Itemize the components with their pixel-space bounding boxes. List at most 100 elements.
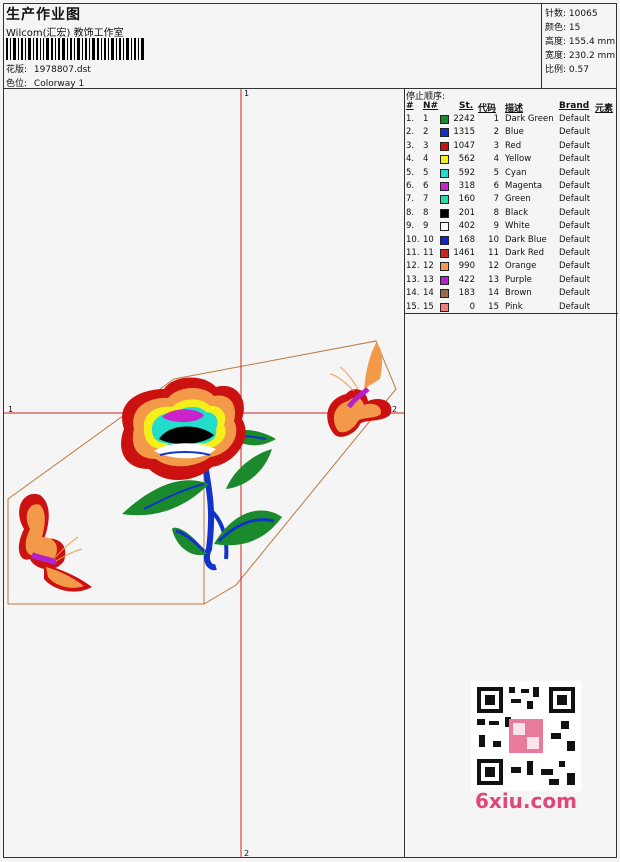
stop-index: 3.: [406, 140, 415, 151]
needle-number: 9: [423, 221, 429, 232]
col-desc: 描述: [505, 104, 524, 114]
studio-subtitle: Wilcom(汇宏) 教饰工作室: [6, 28, 124, 39]
color-swatch: [440, 249, 449, 258]
stop-row[interactable]: 4. 4 562 4 Yellow Default: [405, 154, 618, 167]
scale-value: 比例: 0.57: [545, 65, 589, 75]
stop-index: 13.: [406, 274, 420, 285]
stitch-count: 1315: [453, 127, 475, 138]
color-code: 8: [493, 207, 499, 218]
needle-number: 1: [423, 114, 429, 124]
butterfly-left: [18, 493, 92, 592]
stitch-count: 168: [458, 234, 475, 245]
needle-number: 11: [423, 248, 434, 258]
butterfly-right: [327, 343, 392, 437]
col-st: St.: [459, 101, 474, 111]
stop-row[interactable]: 1. 1 2242 1 Dark Green Default: [405, 114, 618, 127]
color-swatch: [440, 168, 449, 178]
stop-index: 8.: [406, 207, 415, 218]
color-code: 11: [488, 248, 499, 258]
col-num: N#: [423, 101, 439, 111]
guide-label-top: 1: [244, 89, 250, 98]
pattern-label: 花版:: [6, 65, 28, 75]
stop-index: 1.: [406, 114, 415, 124]
needle-number: 10: [423, 234, 434, 245]
col-brand: Brand: [559, 101, 590, 111]
col-hash: #: [406, 101, 414, 111]
stop-row[interactable]: 12. 12 990 12 Orange Default: [405, 261, 618, 274]
color-description: Yellow: [505, 154, 532, 165]
guide-label-right: 2: [392, 405, 398, 414]
color-swatch: [440, 128, 449, 138]
stop-row[interactable]: 2. 2 1315 2 Blue Default: [405, 127, 618, 140]
stitch-count: 592: [458, 167, 475, 178]
col-element: 元素: [595, 104, 614, 114]
design-canvas[interactable]: 1 2 1 2: [4, 89, 404, 858]
stop-row[interactable]: 10. 10 168 10 Dark Blue Default: [405, 235, 618, 248]
flower: [121, 377, 246, 481]
stitch-count: 318: [458, 181, 475, 191]
watermark-logo: 6xiu.com: [475, 789, 577, 813]
color-count: 颜色: 15: [545, 23, 581, 33]
thread-brand: Default: [559, 221, 591, 232]
needle-number: 7: [423, 194, 429, 205]
stop-row[interactable]: 9. 9 402 9 White Default: [405, 221, 618, 234]
thread-brand: Default: [559, 274, 591, 285]
stop-row[interactable]: 3. 3 1047 3 Red Default: [405, 141, 618, 154]
color-code: 3: [493, 140, 499, 151]
color-swatch: [440, 195, 449, 205]
stop-index: 12.: [406, 261, 420, 272]
sheet-title: 生产作业图: [6, 7, 81, 23]
stop-row[interactable]: 13. 13 422 13 Purple Default: [405, 275, 618, 288]
stop-row[interactable]: 5. 5 592 5 Cyan Default: [405, 168, 618, 181]
stitch-count: 160: [458, 194, 475, 205]
color-description: Dark Green: [505, 114, 554, 124]
stitch-count: 990: [458, 261, 475, 272]
color-code: 10: [488, 234, 499, 245]
color-swatch: [440, 155, 449, 165]
color-code: 4: [493, 154, 499, 165]
color-swatch: [440, 182, 449, 191]
stop-row[interactable]: 8. 8 201 8 Black Default: [405, 208, 618, 221]
color-code: 14: [488, 288, 499, 299]
stop-index: 7.: [406, 194, 415, 205]
stitch-count: 2242: [453, 114, 475, 124]
stop-index: 15.: [406, 301, 420, 312]
stitch-count: 402: [458, 221, 475, 232]
stop-index: 5.: [406, 167, 415, 178]
needle-number: 6: [423, 181, 429, 191]
thread-brand: Default: [559, 140, 591, 151]
color-code: 6: [493, 181, 499, 191]
color-description: Magenta: [505, 181, 543, 191]
design-stats: 针数: 10065 颜色: 15 高度: 155.4 mm 宽度: 230.2 …: [541, 4, 618, 88]
stop-index: 4.: [406, 154, 415, 165]
pattern-line: 花版: 1978807.dst: [6, 62, 91, 75]
color-description: Orange: [505, 261, 537, 272]
embroidery-preview: [4, 89, 404, 858]
color-swatch: [440, 208, 449, 218]
color-description: Cyan: [505, 167, 527, 178]
color-swatch: [440, 302, 449, 312]
thread-brand: Default: [559, 127, 591, 138]
color-swatch: [440, 289, 449, 299]
stitch-count: 针数: 10065: [545, 9, 598, 19]
stitch-count: 0: [469, 301, 475, 312]
needle-number: 4: [423, 154, 429, 165]
color-description: Blue: [505, 127, 524, 138]
needle-number: 3: [423, 140, 429, 151]
thread-brand: Default: [559, 248, 591, 258]
color-description: Pink: [505, 301, 523, 312]
thread-brand: Default: [559, 288, 591, 299]
color-code: 13: [488, 274, 499, 285]
thread-brand: Default: [559, 207, 591, 218]
stop-row[interactable]: 11. 11 1461 11 Dark Red Default: [405, 248, 618, 261]
color-code: 15: [488, 301, 499, 312]
thread-brand: Default: [559, 234, 591, 245]
color-code: 2: [493, 127, 499, 138]
stitch-count: 1047: [453, 140, 475, 151]
stop-row[interactable]: 14. 14 183 14 Brown Default: [405, 288, 618, 301]
needle-number: 15: [423, 301, 434, 312]
stop-row[interactable]: 7. 7 160 7 Green Default: [405, 194, 618, 207]
stop-row[interactable]: 6. 6 318 6 Magenta Default: [405, 181, 618, 194]
color-swatch: [440, 275, 449, 285]
thread-brand: Default: [559, 114, 591, 124]
